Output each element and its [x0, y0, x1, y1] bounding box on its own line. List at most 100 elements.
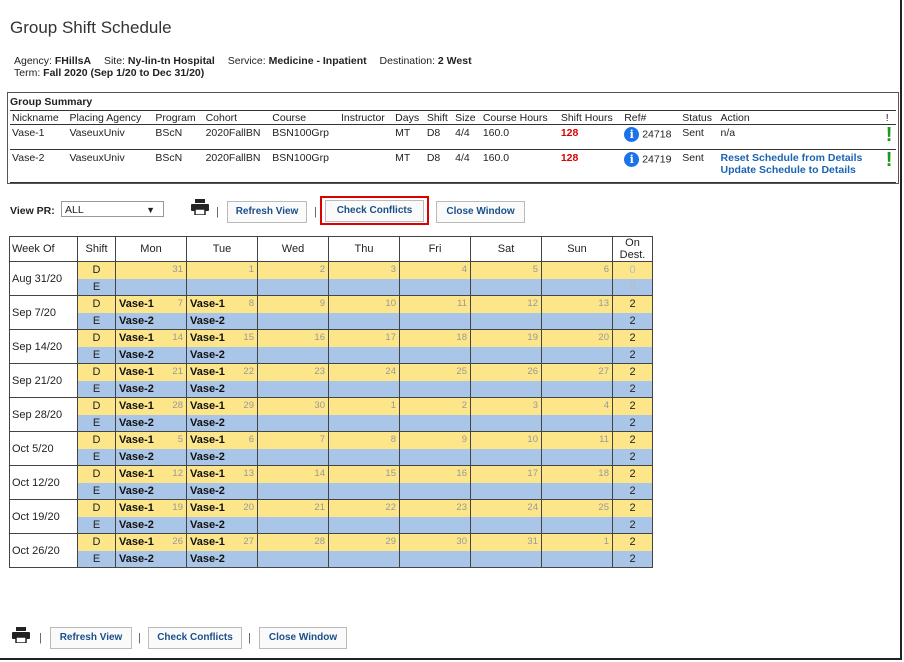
day-cell[interactable]: 13	[541, 295, 613, 313]
day-cell[interactable]	[328, 278, 400, 296]
day-cell[interactable]: 28	[257, 533, 329, 551]
day-cell[interactable]: 16	[399, 465, 471, 483]
day-cell[interactable]: 1	[541, 533, 613, 551]
day-cell[interactable]: 24	[470, 499, 542, 517]
day-cell[interactable]	[541, 312, 613, 330]
day-cell[interactable]: 9	[257, 295, 329, 313]
close-window-button-bottom[interactable]: Close Window	[259, 627, 347, 649]
day-cell[interactable]: 18	[541, 465, 613, 483]
close-window-button[interactable]: Close Window	[436, 201, 525, 223]
printer-icon[interactable]	[12, 627, 30, 643]
day-cell[interactable]	[399, 414, 471, 432]
day-cell[interactable]: 31	[115, 261, 187, 279]
day-cell[interactable]: 14	[257, 465, 329, 483]
day-cell[interactable]: Vase-1 27	[186, 533, 258, 551]
day-cell[interactable]: Vase-2	[186, 380, 258, 398]
day-cell[interactable]: Vase-1 28	[115, 397, 187, 415]
day-cell[interactable]	[257, 278, 329, 296]
update-schedule-link[interactable]: Update Schedule to Details	[721, 164, 882, 176]
day-cell[interactable]	[328, 312, 400, 330]
day-cell[interactable]: Vase-1 21	[115, 363, 187, 381]
day-cell[interactable]: 4	[541, 397, 613, 415]
day-cell[interactable]: Vase-2	[115, 482, 187, 500]
day-cell[interactable]: 26	[470, 363, 542, 381]
day-cell[interactable]: 29	[328, 533, 400, 551]
day-cell[interactable]: 2	[257, 261, 329, 279]
day-cell[interactable]: 17	[328, 329, 400, 347]
day-cell[interactable]: Vase-2	[115, 414, 187, 432]
info-icon[interactable]: i	[624, 152, 640, 167]
day-cell[interactable]	[541, 278, 613, 296]
day-cell[interactable]: Vase-1 6	[186, 431, 258, 449]
day-cell[interactable]: Vase-2	[186, 346, 258, 364]
day-cell[interactable]	[257, 516, 329, 534]
day-cell[interactable]	[470, 482, 542, 500]
day-cell[interactable]: Vase-2	[186, 482, 258, 500]
day-cell[interactable]: Vase-2	[186, 448, 258, 466]
day-cell[interactable]: 7	[257, 431, 329, 449]
refresh-view-button[interactable]: Refresh View	[227, 201, 307, 223]
day-cell[interactable]: 31	[470, 533, 542, 551]
day-cell[interactable]: 8	[328, 431, 400, 449]
day-cell[interactable]: 15	[328, 465, 400, 483]
day-cell[interactable]	[399, 346, 471, 364]
day-cell[interactable]	[541, 380, 613, 398]
day-cell[interactable]: Vase-1 13	[186, 465, 258, 483]
day-cell[interactable]	[470, 346, 542, 364]
day-cell[interactable]	[328, 346, 400, 364]
day-cell[interactable]	[399, 380, 471, 398]
view-pr-select[interactable]: ALL ▼	[61, 201, 164, 217]
day-cell[interactable]: 2	[399, 397, 471, 415]
day-cell[interactable]	[470, 448, 542, 466]
day-cell[interactable]: Vase-2	[115, 346, 187, 364]
day-cell[interactable]: 5	[470, 261, 542, 279]
day-cell[interactable]	[328, 414, 400, 432]
day-cell[interactable]: Vase-1 19	[115, 499, 187, 517]
day-cell[interactable]	[186, 278, 258, 296]
day-cell[interactable]: 25	[541, 499, 613, 517]
day-cell[interactable]: 23	[257, 363, 329, 381]
day-cell[interactable]	[470, 516, 542, 534]
day-cell[interactable]: 10	[470, 431, 542, 449]
day-cell[interactable]: 12	[470, 295, 542, 313]
day-cell[interactable]	[257, 312, 329, 330]
day-cell[interactable]: 25	[399, 363, 471, 381]
day-cell[interactable]: 23	[399, 499, 471, 517]
day-cell[interactable]: 22	[328, 499, 400, 517]
day-cell[interactable]	[470, 380, 542, 398]
day-cell[interactable]: 11	[399, 295, 471, 313]
day-cell[interactable]	[257, 482, 329, 500]
day-cell[interactable]	[399, 482, 471, 500]
day-cell[interactable]	[328, 550, 400, 568]
day-cell[interactable]: 1	[186, 261, 258, 279]
day-cell[interactable]: Vase-2	[115, 380, 187, 398]
day-cell[interactable]: 16	[257, 329, 329, 347]
day-cell[interactable]	[470, 550, 542, 568]
day-cell[interactable]: 10	[328, 295, 400, 313]
day-cell[interactable]: 17	[470, 465, 542, 483]
day-cell[interactable]: Vase-2	[115, 448, 187, 466]
day-cell[interactable]: Vase-2	[186, 550, 258, 568]
day-cell[interactable]: Vase-2	[115, 516, 187, 534]
day-cell[interactable]	[115, 278, 187, 296]
day-cell[interactable]: 19	[470, 329, 542, 347]
day-cell[interactable]	[257, 550, 329, 568]
day-cell[interactable]	[399, 550, 471, 568]
day-cell[interactable]: Vase-1 22	[186, 363, 258, 381]
day-cell[interactable]: 24	[328, 363, 400, 381]
day-cell[interactable]: Vase-2	[186, 312, 258, 330]
reset-schedule-link[interactable]: Reset Schedule from Details	[721, 152, 882, 164]
day-cell[interactable]	[328, 448, 400, 466]
day-cell[interactable]	[328, 482, 400, 500]
day-cell[interactable]	[541, 516, 613, 534]
day-cell[interactable]	[541, 414, 613, 432]
day-cell[interactable]: 4	[399, 261, 471, 279]
day-cell[interactable]: Vase-1 5	[115, 431, 187, 449]
day-cell[interactable]	[541, 482, 613, 500]
day-cell[interactable]: 3	[328, 261, 400, 279]
info-icon[interactable]: i	[624, 127, 640, 142]
day-cell[interactable]	[328, 516, 400, 534]
refresh-view-button-bottom[interactable]: Refresh View	[50, 627, 132, 649]
day-cell[interactable]	[257, 380, 329, 398]
day-cell[interactable]: 30	[257, 397, 329, 415]
